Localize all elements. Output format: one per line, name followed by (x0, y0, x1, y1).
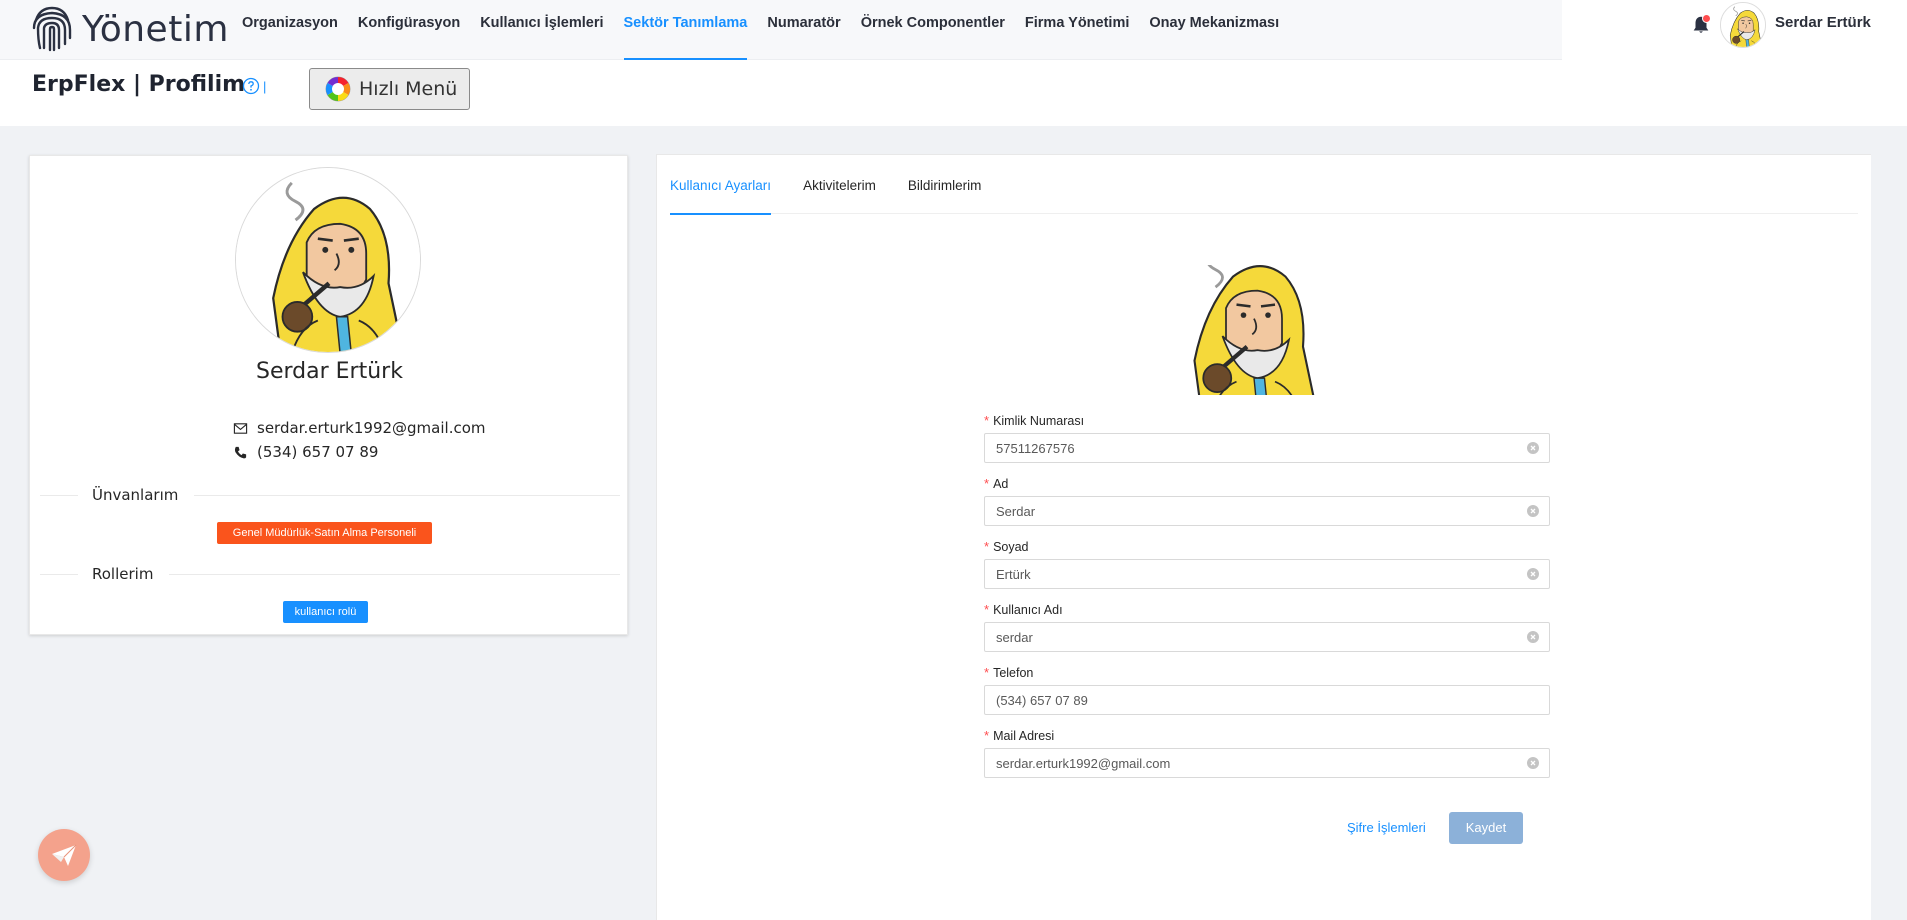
menu-item-numarator[interactable]: Numaratör (757, 0, 850, 60)
brand[interactable]: Yönetim (30, 2, 229, 56)
phone-icon (234, 446, 247, 458)
menu-item-firma-yonetimi[interactable]: Firma Yönetimi (1015, 0, 1139, 60)
mail-adresi-input[interactable] (985, 749, 1505, 777)
page-header: ErpFlex | Profilim | Hızlı Menü (0, 60, 1907, 126)
required-mark: * (984, 665, 990, 680)
color-wheel-icon (325, 76, 351, 102)
kimlik-numarasi-input-wrapper (984, 433, 1550, 463)
role-tag: kullanıcı rolü (283, 601, 368, 623)
user-settings-form: *Kimlik Numarası *Ad *Soyad *Kullanıcı A… (984, 411, 1550, 789)
profile-card: Serdar Ertürk serdar.erturk1992@gmail.co… (29, 155, 628, 635)
save-button[interactable]: Kaydet (1449, 812, 1523, 844)
quick-menu-label: Hızlı Menü (359, 78, 458, 100)
mail-adresi-input-wrapper (984, 748, 1550, 778)
top-navigation-bar: Yönetim Organizasyon Konfigürasyon Kulla… (0, 0, 1907, 60)
field-label: Telefon (993, 666, 1034, 680)
tab-aktivitelerim[interactable]: Aktivitelerim (803, 155, 876, 214)
menu-item-onay-mekanizmasi[interactable]: Onay Mekanizması (1139, 0, 1289, 60)
field-label: Kimlik Numarası (993, 414, 1085, 428)
form-avatar[interactable] (1177, 265, 1317, 395)
required-mark: * (984, 602, 990, 617)
menu-item-konfigurasyon[interactable]: Konfigürasyon (348, 0, 470, 60)
paper-plane-icon (52, 844, 77, 866)
quick-menu-button[interactable]: Hızlı Menü (309, 68, 470, 110)
fingerprint-logo-icon (32, 6, 72, 52)
required-mark: * (984, 728, 990, 743)
telefon-input[interactable] (985, 686, 1505, 714)
clear-circle-icon[interactable] (1527, 631, 1539, 643)
field-telefon: * Telefon (984, 663, 1550, 726)
field-kullanici-adi: * Kullanıcı Adı (984, 600, 1550, 663)
roles-section-heading: Rollerim (40, 565, 620, 583)
required-mark: * (984, 539, 990, 554)
clear-circle-icon[interactable] (1527, 505, 1539, 517)
required-mark: * (984, 413, 990, 428)
profile-name: Serdar Ertürk (256, 359, 403, 384)
profile-avatar (235, 167, 421, 353)
menu-item-kullanici-islemleri[interactable]: Kullanıcı İşlemleri (470, 0, 613, 60)
menu-item-sektor-tanimlama[interactable]: Sektör Tanımlama (614, 0, 758, 60)
kullanici-adi-input-wrapper (984, 622, 1550, 652)
telefon-input-wrapper (984, 685, 1550, 715)
kullanici-adi-input[interactable] (985, 623, 1505, 651)
tab-bildirimlerim[interactable]: Bildirimlerim (908, 155, 982, 214)
menu-item-ornek-componentler[interactable]: Örnek Componentler (851, 0, 1015, 60)
ad-input[interactable] (985, 497, 1505, 525)
page-title: ErpFlex | Profilim (32, 72, 246, 97)
settings-tabs: Kullanıcı Ayarları Aktivitelerim Bildiri… (670, 155, 1858, 215)
field-mail-adresi: * Mail Adresi (984, 726, 1550, 789)
titles-heading: Ünvanlarım (92, 486, 179, 504)
clear-circle-icon[interactable] (1527, 568, 1539, 580)
top-avatar[interactable] (1720, 2, 1766, 48)
profile-phone: (534) 657 07 89 (257, 443, 379, 461)
form-actions: Şifre İşlemleri Kaydet (984, 811, 1550, 845)
clear-circle-icon[interactable] (1527, 442, 1539, 454)
titles-section-heading: Ünvanlarım (40, 486, 620, 504)
field-ad: * Ad (984, 474, 1550, 537)
clear-circle-icon[interactable] (1527, 757, 1539, 769)
field-soyad: * Soyad (984, 537, 1550, 600)
field-label: Ad (993, 477, 1009, 491)
kimlik-numarasi-input[interactable] (985, 434, 1505, 462)
settings-panel: Kullanıcı Ayarları Aktivitelerim Bildiri… (656, 154, 1871, 920)
roles-heading: Rollerim (92, 565, 154, 583)
main-menu: Organizasyon Konfigürasyon Kullanıcı İşl… (232, 0, 1289, 60)
help-separator: | (263, 79, 267, 94)
field-kimlik-numarasi: * Kimlik Numarası (984, 411, 1550, 474)
ad-input-wrapper (984, 496, 1550, 526)
brand-name: Yönetim (82, 8, 229, 50)
mail-icon (233, 422, 248, 434)
contact-email: serdar.erturk1992@gmail.com (233, 419, 486, 437)
profile-email: serdar.erturk1992@gmail.com (257, 419, 486, 437)
question-circle-icon[interactable] (242, 77, 260, 95)
field-label: Soyad (993, 540, 1029, 554)
field-label: Mail Adresi (993, 729, 1055, 743)
title-tag: Genel Müdürlük-Satın Alma Personeli (217, 522, 432, 544)
password-operations-link[interactable]: Şifre İşlemleri (1347, 820, 1426, 835)
soyad-input[interactable] (985, 560, 1505, 588)
contact-phone: (534) 657 07 89 (233, 443, 378, 461)
top-username[interactable]: Serdar Ertürk (1775, 14, 1871, 31)
tab-kullanici-ayarlari[interactable]: Kullanıcı Ayarları (670, 155, 772, 215)
required-mark: * (984, 476, 990, 491)
menu-item-organizasyon[interactable]: Organizasyon (232, 0, 348, 60)
notification-badge (1702, 14, 1711, 23)
soyad-input-wrapper (984, 559, 1550, 589)
field-label: Kullanıcı Adı (993, 603, 1063, 617)
floating-send-button[interactable] (38, 829, 90, 881)
